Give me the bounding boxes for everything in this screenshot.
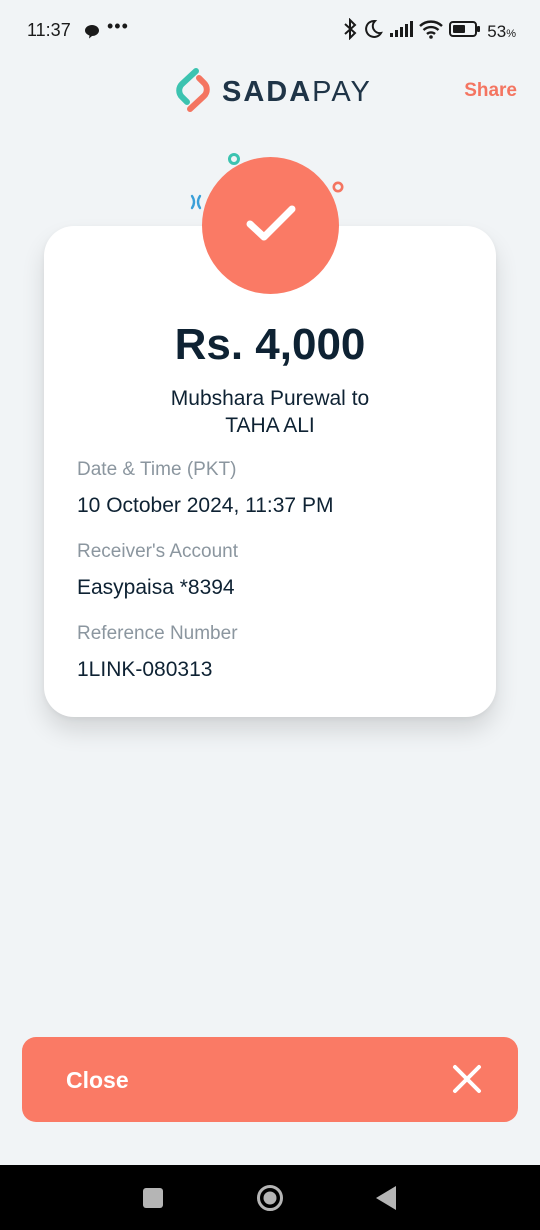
wifi-icon xyxy=(419,19,444,44)
close-icon xyxy=(452,1064,482,1099)
sender-name: Mubshara Purewal xyxy=(170,387,346,410)
battery-percent: 53% xyxy=(487,21,516,41)
logo-wordmark: SADAPAY xyxy=(222,76,372,108)
battery-icon xyxy=(449,20,481,43)
status-time: 11:37 xyxy=(27,20,71,40)
close-button-label: Close xyxy=(66,1067,129,1093)
share-button[interactable]: Share xyxy=(464,80,517,102)
more-notifications-indicator: ••• xyxy=(107,16,129,36)
checkmark-icon xyxy=(245,203,297,248)
status-icons: 53% xyxy=(343,17,516,45)
datetime-value: 10 October 2024, 11:37 PM xyxy=(77,494,334,517)
success-badge xyxy=(202,157,339,294)
datetime-label: Date & Time (PKT) xyxy=(77,459,237,480)
system-nav-bar xyxy=(0,1165,540,1230)
reference-number-value: 1LINK-080313 xyxy=(77,658,213,681)
reference-number-label: Reference Number xyxy=(77,623,238,644)
receiver-name: TAHA ALI xyxy=(225,414,315,437)
receiver-account-value: Easypaisa *8394 xyxy=(77,576,235,599)
to-connector: to xyxy=(351,387,370,410)
confetti-ring-icon xyxy=(331,180,345,199)
transfer-amount: Rs. 4,000 xyxy=(174,320,366,369)
receipt-card: Rs. 4,000 Mubshara Purewal to TAHA ALI D… xyxy=(44,226,496,717)
receiver-account-label: Receiver's Account xyxy=(77,541,238,562)
nav-home-icon[interactable] xyxy=(256,1184,284,1217)
app-header: SADAPAY Share xyxy=(0,64,540,120)
nav-back-icon[interactable] xyxy=(375,1185,397,1216)
transfer-parties: Mubshara Purewal to TAHA ALI xyxy=(44,385,496,439)
nav-recents-icon[interactable] xyxy=(142,1187,164,1214)
bluetooth-icon xyxy=(343,17,357,45)
sadapay-logo-icon xyxy=(174,68,212,117)
moon-icon xyxy=(363,19,384,44)
chat-bubble-icon xyxy=(84,24,100,44)
status-bar: 11:37 ••• 53% xyxy=(0,0,540,64)
signal-icon xyxy=(389,20,414,43)
sadapay-logo: SADAPAY xyxy=(174,68,372,117)
close-button[interactable]: Close xyxy=(22,1037,518,1122)
